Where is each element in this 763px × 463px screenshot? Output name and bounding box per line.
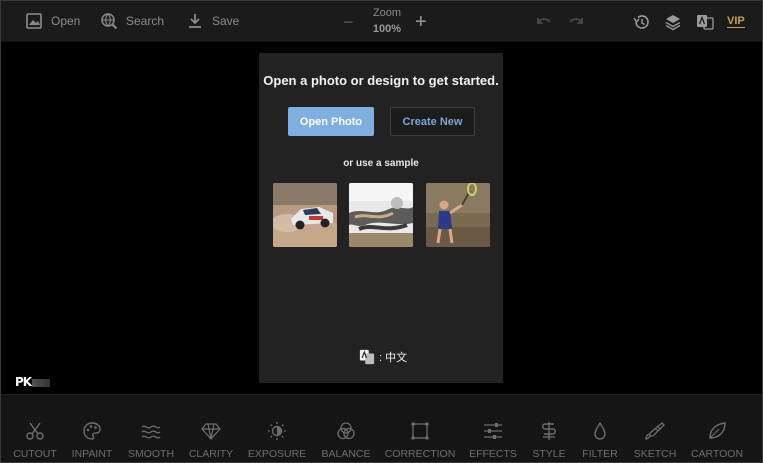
tool-label: EXPOSURE: [247, 448, 307, 460]
redo-icon: [569, 18, 583, 24]
style-icon: [542, 422, 556, 440]
circles-icon: [337, 422, 355, 440]
save-label: Save: [212, 14, 240, 28]
scissors-icon: [26, 422, 44, 440]
start-dialog: Open a photo or design to get started. O…: [259, 53, 503, 383]
tool-clarity[interactable]: CLARITY: [176, 421, 246, 460]
top-toolbar: Open Search Save − Zoom 100% + VIP: [1, 1, 762, 42]
zoom-in-button[interactable]: +: [415, 12, 427, 32]
history-button[interactable]: [631, 13, 651, 31]
sample-label: or use a sample: [343, 158, 419, 169]
tool-label: SKETCH: [633, 448, 677, 460]
diamond-icon: [201, 423, 221, 440]
sample-metal-tools[interactable]: [349, 183, 413, 247]
tool-correction[interactable]: CORRECTION: [385, 421, 455, 460]
tool-label: SMOOTH: [127, 448, 175, 460]
tool-label: FILTER: [582, 448, 618, 460]
tool-balance[interactable]: BALANCE: [311, 421, 381, 460]
sun-icon: [268, 422, 286, 440]
open-label: Open: [51, 14, 81, 28]
history-icon: [633, 15, 649, 29]
logo-subtext-mark: [32, 379, 51, 387]
palette-icon: [83, 422, 101, 440]
logo-text: PK: [15, 375, 32, 389]
translate-icon: [359, 349, 375, 365]
tool-label: CORRECTION: [384, 448, 456, 460]
translate-button[interactable]: [695, 13, 715, 31]
translate-icon: [697, 15, 714, 30]
save-button[interactable]: Save: [186, 12, 239, 30]
search-globe-icon: [101, 13, 118, 30]
tool-label: STYLE: [532, 448, 566, 460]
waves-icon: [141, 425, 161, 439]
undo-icon: [537, 18, 551, 24]
sample-tennis-player[interactable]: [426, 183, 490, 247]
tool-exposure[interactable]: EXPOSURE: [242, 421, 312, 460]
zoom-out-button[interactable]: −: [343, 13, 354, 31]
vip-link[interactable]: VIP: [727, 15, 745, 28]
search-button[interactable]: Search: [100, 12, 164, 30]
sample-rally-car[interactable]: [273, 183, 337, 247]
drop-icon: [594, 421, 606, 440]
tool-label: INPAINT: [71, 448, 113, 460]
zoom-label: Zoom: [372, 7, 402, 19]
dialog-title: Open a photo or design to get started.: [263, 73, 499, 88]
tool-label: BALANCE: [321, 448, 371, 460]
tool-cartoon[interactable]: CARTOON: [682, 421, 752, 460]
zoom-value[interactable]: 100%: [365, 23, 409, 35]
create-new-button[interactable]: Create New: [390, 107, 475, 136]
tool-label: CARTOON: [690, 448, 744, 460]
bottom-toolbar: CUTOUT INPAINT SMOOTH CLARITY EXPOSURE B…: [1, 394, 762, 462]
undo-button[interactable]: [534, 13, 554, 31]
image-icon: [26, 13, 42, 29]
language-switch[interactable]: : 中文: [359, 349, 407, 365]
watermark-logo: PK: [15, 375, 51, 389]
sliders-icon: [484, 423, 502, 439]
crop-frame-icon: [411, 422, 429, 440]
tool-label: CLARITY: [188, 448, 234, 460]
tool-sketch[interactable]: SKETCH: [620, 421, 690, 460]
search-label: Search: [126, 14, 165, 28]
layers-button[interactable]: [663, 13, 683, 31]
brush-icon: [645, 422, 665, 440]
tool-label: EFFECTS: [469, 448, 517, 460]
open-photo-button[interactable]: Open Photo: [288, 107, 374, 136]
redo-button[interactable]: [566, 13, 586, 31]
tool-label: CUTOUT: [13, 448, 57, 460]
leaf-icon: [709, 422, 726, 439]
layers-icon: [665, 15, 681, 31]
download-icon: [189, 14, 201, 28]
language-label: : 中文: [379, 352, 408, 364]
open-button[interactable]: Open: [25, 12, 80, 30]
